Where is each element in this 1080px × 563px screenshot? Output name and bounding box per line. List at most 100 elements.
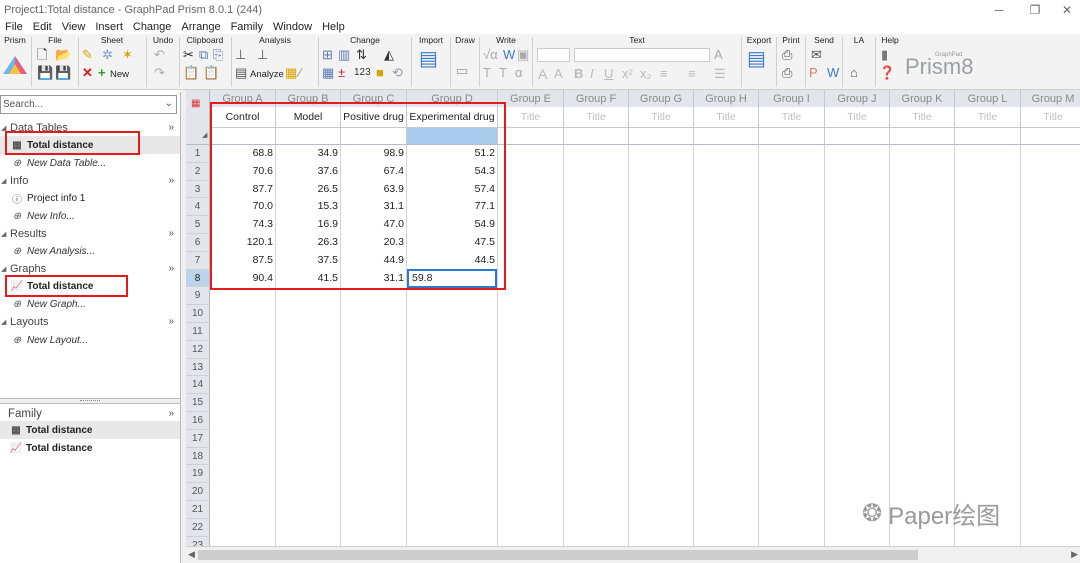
bold-icon[interactable]: B [574,67,583,81]
row-number[interactable]: 2 [186,162,210,181]
subcolumn-header-9[interactable] [825,128,890,145]
draw-shape-icon[interactable]: ▭ [456,64,468,78]
shrink-font-icon[interactable]: A [554,67,563,81]
table-corner[interactable]: ▦ ◢ [186,90,210,145]
powerpoint-icon[interactable]: P [809,66,818,80]
font-color-icon[interactable]: A [714,48,723,62]
superscript-icon[interactable]: x² [622,67,633,81]
word-icon[interactable]: W [503,48,515,62]
row-number[interactable]: 19 [186,465,210,484]
subcolumn-header-6[interactable] [629,128,694,145]
row-number[interactable]: 5 [186,216,210,234]
copy-icon[interactable]: ⧉ [199,48,208,62]
subcolumn-header-5[interactable] [564,128,629,145]
collapse-icon[interactable]: ◢ [1,318,6,326]
book-icon[interactable]: ▮ [881,48,888,62]
open-file-icon[interactable]: 📂 [55,48,71,62]
wand-icon[interactable]: ⁄ [299,66,301,80]
section-family[interactable]: Family » [0,405,180,422]
save-icon[interactable]: 💾 [37,66,53,80]
subcolumn-header-8[interactable] [759,128,825,145]
help-icon[interactable]: ❓ [879,66,895,80]
clipboard-icon[interactable]: 📋 [203,66,219,80]
column-title-5[interactable]: Title [564,107,629,128]
align-icon[interactable]: ≡ [660,67,668,81]
menu-window[interactable]: Window [268,21,317,33]
family-item-graph[interactable]: 📈 Total distance [0,439,180,457]
column-title-6[interactable]: Title [629,107,694,128]
new-file-icon[interactable]: 🗋 [37,48,47,62]
chart-axes-icon[interactable]: ⊥ [235,48,246,62]
row-number[interactable]: 12 [186,340,210,359]
chevron-double-icon[interactable]: » [168,263,174,274]
row-number[interactable]: 8 [186,269,210,288]
underline-icon[interactable]: U [604,67,613,81]
chevron-double-icon[interactable]: » [168,408,174,419]
collapse-icon[interactable]: ◢ [1,177,6,185]
sidebar-item-new-graph[interactable]: ⊕ New Graph... [0,295,180,313]
close-button[interactable]: ✕ [1052,0,1080,19]
column-title-10[interactable]: Title [890,107,955,128]
print-icon[interactable]: ⎙ [782,48,792,62]
email-icon[interactable]: ✉ [811,48,822,62]
prism-icon[interactable] [2,54,28,76]
chevron-double-icon[interactable]: » [168,175,174,186]
text-t-icon[interactable]: T [483,66,491,80]
menu-help[interactable]: Help [317,21,350,33]
subcolumn-header-11[interactable] [955,128,1021,145]
subcolumn-header-4[interactable] [498,128,564,145]
group-header-4[interactable]: Group E [498,90,564,107]
list-icon[interactable]: ☰ [714,67,726,81]
font-size-select[interactable] [537,48,570,62]
row-number[interactable]: 1 [186,145,210,163]
sidebar-splitter[interactable] [0,398,180,404]
family-item-data-table[interactable]: ▦ Total distance [0,421,180,439]
chevron-down-icon[interactable]: ⌄ [165,98,173,109]
import-icon[interactable]: ▤ [419,49,438,69]
word-send-icon[interactable]: W [827,66,839,80]
sort-icon[interactable]: ⇅ [356,48,367,62]
chart-lines-icon[interactable]: ⊥ [257,48,268,62]
sidebar-item-new-analysis[interactable]: ⊕ New Analysis... [0,242,180,260]
row-number[interactable]: 6 [186,234,210,252]
table-format-icon[interactable]: ▦ [191,98,200,109]
section-info[interactable]: ◢ Info » [0,172,180,189]
paste-icon[interactable]: 📋 [183,66,199,80]
column-title-11[interactable]: Title [955,107,1021,128]
new-sheet-plus-icon[interactable]: + [98,66,106,80]
group-header-10[interactable]: Group K [890,90,955,107]
scroll-right-icon[interactable]: ▶ [1071,549,1078,560]
sqrt-icon[interactable]: √α [483,48,498,62]
sidebar-item-new-layout[interactable]: ⊕ New Layout... [0,331,180,349]
calc-icon[interactable]: ± [338,66,345,80]
clear-icon[interactable]: ⟲ [392,66,403,80]
chevron-double-icon[interactable]: » [168,316,174,327]
menu-family[interactable]: Family [226,21,268,33]
subcolumn-header-10[interactable] [890,128,955,145]
row-number[interactable]: 13 [186,358,210,377]
column-title-8[interactable]: Title [759,107,825,128]
gear-icon[interactable]: ✲ [102,48,113,62]
sidebar-item-project-info[interactable]: ⓘ Project info 1 [0,189,180,207]
text-box-icon[interactable]: ▣ [517,48,529,62]
la-icon[interactable]: ⌂ [850,66,858,80]
scroll-left-icon[interactable]: ◀ [188,549,195,560]
font-family-select[interactable] [574,48,710,62]
sidebar-item-new-info[interactable]: ⊕ New Info... [0,207,180,225]
row-number[interactable]: 10 [186,305,210,323]
group-header-11[interactable]: Group L [955,90,1021,107]
table-icon[interactable]: ▦ [285,66,297,80]
paste-special-icon[interactable]: ⎘ [213,48,223,62]
cut-icon[interactable]: ✂ [183,48,194,62]
fill-icon[interactable]: ◭ [384,48,394,62]
analyze-button[interactable]: Analyze [250,69,284,80]
row-number[interactable]: 18 [186,447,210,466]
group-header-6[interactable]: Group G [629,90,694,107]
redo-icon[interactable]: ↷ [154,66,165,80]
exclude-icon[interactable]: ■ [376,66,384,80]
chevron-double-icon[interactable]: » [168,122,174,133]
group-header-12[interactable]: Group M [1021,90,1080,107]
group-header-5[interactable]: Group F [564,90,629,107]
menu-change[interactable]: Change [128,21,177,33]
menu-insert[interactable]: Insert [90,21,128,33]
